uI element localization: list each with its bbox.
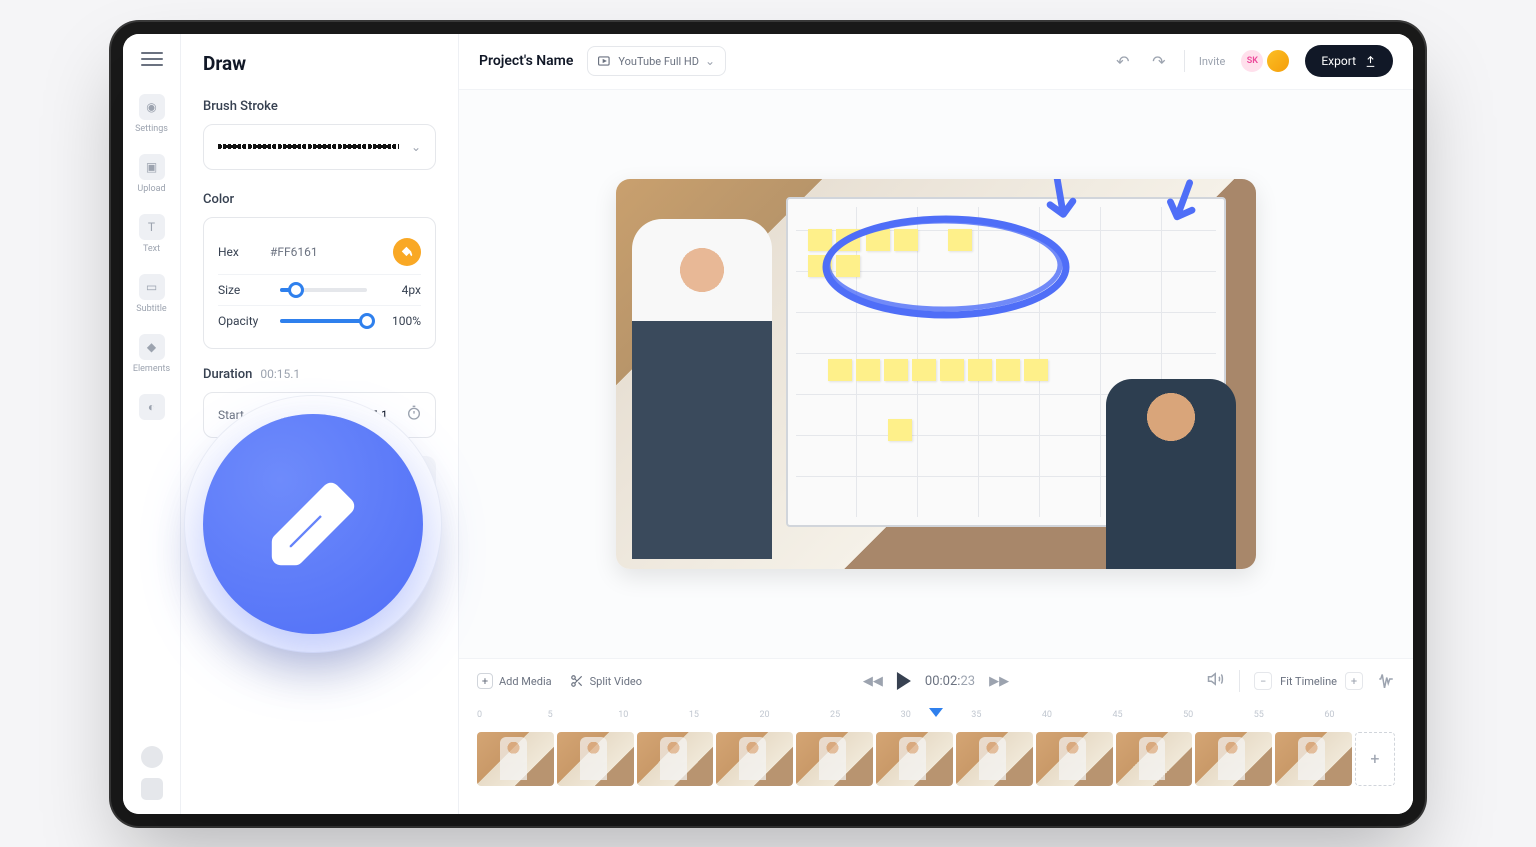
size-value: 4px	[377, 283, 421, 297]
volume-icon[interactable]	[1207, 670, 1225, 692]
subtitle-icon: ▭	[139, 274, 165, 300]
rail-label: Upload	[137, 184, 165, 194]
redo-button[interactable]: ↷	[1148, 50, 1170, 72]
help-icon[interactable]	[141, 746, 163, 768]
duration-label: Duration	[203, 367, 252, 382]
rail-upload[interactable]: ▣ Upload	[123, 146, 180, 202]
more-icon: ◐	[139, 394, 165, 420]
hex-value[interactable]: #FF6161	[270, 245, 393, 259]
avatar[interactable]	[1265, 48, 1291, 74]
topbar: Project's Name YouTube Full HD ⌄ ↶ ↷ Inv…	[459, 34, 1413, 90]
size-label: Size	[218, 283, 270, 297]
clip[interactable]	[796, 732, 873, 786]
app-window: ◉ Settings ▣ Upload T Text ▭ Subtitle ◆ …	[123, 34, 1413, 814]
rail-label: Subtitle	[136, 304, 166, 314]
opacity-label: Opacity	[218, 314, 270, 328]
add-media-button[interactable]: +Add Media	[477, 673, 552, 689]
clip[interactable]	[1116, 732, 1193, 786]
rail-label: Settings	[135, 124, 168, 134]
canvas-area	[459, 90, 1413, 658]
skip-forward-button[interactable]: ▶▶	[989, 674, 1009, 689]
clip[interactable]	[477, 732, 554, 786]
resolution-preset[interactable]: YouTube Full HD ⌄	[587, 46, 726, 76]
clip[interactable]	[1195, 732, 1272, 786]
skip-back-button[interactable]: ◀◀	[863, 674, 883, 689]
timecode: 00:02:23	[925, 674, 975, 689]
rail-text[interactable]: T Text	[123, 206, 180, 262]
rail-label: Text	[143, 244, 160, 254]
text-icon: T	[139, 214, 165, 240]
rail-subtitle[interactable]: ▭ Subtitle	[123, 266, 180, 322]
menu-icon[interactable]	[141, 48, 163, 70]
person-graphic	[1106, 379, 1236, 569]
paint-bucket-icon[interactable]	[393, 238, 421, 266]
left-rail: ◉ Settings ▣ Upload T Text ▭ Subtitle ◆ …	[123, 34, 181, 814]
hex-label: Hex	[218, 245, 270, 259]
gear-icon: ◉	[139, 94, 165, 120]
elements-icon: ◆	[139, 334, 165, 360]
clip[interactable]	[716, 732, 793, 786]
video-preview[interactable]	[616, 179, 1256, 569]
waveform-icon[interactable]	[1377, 670, 1395, 692]
export-label: Export	[1321, 54, 1356, 68]
avatar[interactable]: SK	[1239, 48, 1265, 74]
opacity-value: 100%	[377, 314, 421, 328]
brush-stroke-select[interactable]: ⌄	[203, 124, 436, 170]
playhead[interactable]	[929, 708, 943, 717]
annotation-circle	[816, 207, 1076, 327]
zoom-out-button[interactable]: −	[1254, 672, 1272, 690]
timeline[interactable]: 051015202530354045505560 +	[459, 704, 1413, 814]
opacity-slider[interactable]	[280, 319, 367, 323]
play-button[interactable]	[897, 672, 911, 690]
panel-title: Draw	[203, 52, 436, 75]
duration-value: 00:15.1	[260, 367, 300, 381]
add-clip-button[interactable]: +	[1355, 732, 1395, 786]
clip-track: +	[477, 732, 1395, 786]
person-graphic	[632, 219, 772, 559]
clip[interactable]	[1036, 732, 1113, 786]
chevron-down-icon: ⌄	[411, 140, 421, 154]
rail-label: Elements	[133, 364, 170, 374]
stroke-preview	[218, 145, 399, 148]
color-label: Color	[203, 192, 436, 207]
chevron-down-icon: ⌄	[705, 54, 715, 68]
main-area: Project's Name YouTube Full HD ⌄ ↶ ↷ Inv…	[459, 34, 1413, 814]
pencil-icon	[270, 481, 356, 567]
color-settings: Hex #FF6161 Size 4px Opacity 100%	[203, 217, 436, 349]
invite-button[interactable]: Invite	[1199, 55, 1226, 68]
undo-button[interactable]: ↶	[1112, 50, 1134, 72]
export-button[interactable]: Export	[1305, 45, 1393, 77]
clip[interactable]	[1275, 732, 1352, 786]
preset-label: YouTube Full HD	[618, 55, 699, 68]
rail-elements[interactable]: ◆ Elements	[123, 326, 180, 382]
rail-settings[interactable]: ◉ Settings	[123, 86, 180, 142]
start-label: Start	[218, 408, 244, 422]
clip[interactable]	[956, 732, 1033, 786]
split-label: Split Video	[590, 675, 642, 688]
add-media-label: Add Media	[499, 675, 552, 688]
split-video-button[interactable]: Split Video	[570, 674, 642, 688]
clip[interactable]	[876, 732, 953, 786]
clip[interactable]	[637, 732, 714, 786]
fit-label[interactable]: Fit Timeline	[1280, 675, 1337, 688]
fit-timeline: − Fit Timeline +	[1254, 672, 1363, 690]
pencil-badge	[203, 414, 423, 634]
rail-more[interactable]: ◐	[123, 386, 180, 428]
end-value[interactable]: 00:15.1	[348, 408, 388, 422]
zoom-in-button[interactable]: +	[1345, 672, 1363, 690]
upload-icon: ▣	[139, 154, 165, 180]
keyboard-icon[interactable]	[141, 778, 163, 800]
size-slider[interactable]	[280, 288, 367, 292]
project-name[interactable]: Project's Name	[479, 53, 573, 69]
clip[interactable]	[557, 732, 634, 786]
stopwatch-icon[interactable]	[406, 405, 422, 425]
timeline-toolbar: +Add Media Split Video ◀◀ 00:02:23 ▶▶ − …	[459, 658, 1413, 704]
collaborator-avatars: SK	[1239, 48, 1291, 74]
brush-label: Brush Stroke	[203, 99, 436, 114]
